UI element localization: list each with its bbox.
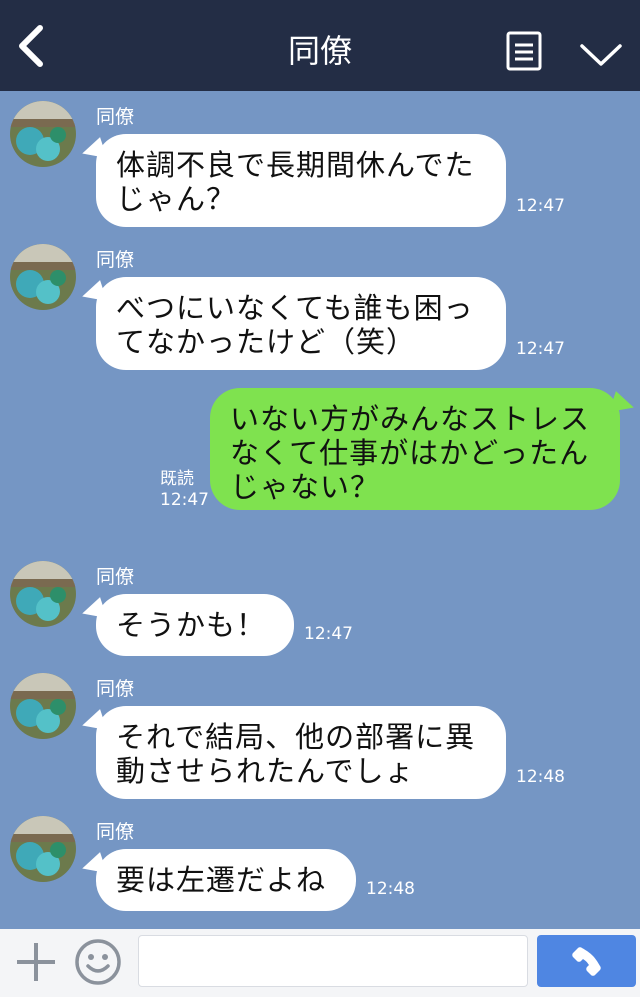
sender-name: 同僚 xyxy=(96,678,135,700)
sender-name: 同僚 xyxy=(96,566,135,588)
document-menu-icon[interactable] xyxy=(506,31,542,71)
timestamp: 12:48 xyxy=(516,767,565,787)
message-line: そうかも！ xyxy=(116,608,267,642)
message-line: それで結局、他の部署に異 xyxy=(116,720,476,754)
message-line: いない方がみんなストレス xyxy=(230,402,591,436)
timestamp: 12:47 xyxy=(516,196,565,216)
message-line: じゃない？ xyxy=(230,470,381,504)
message-line: べつにいなくても誰も困っ xyxy=(116,291,474,325)
message-line: 動させられたんでしょ xyxy=(116,754,415,788)
chat-title: 同僚 xyxy=(287,32,352,70)
call-button[interactable] xyxy=(537,935,636,987)
avatar[interactable] xyxy=(10,244,76,310)
message-line: 要は左遷だよね xyxy=(116,863,327,897)
chevron-left-icon[interactable] xyxy=(14,24,54,68)
plus-icon[interactable] xyxy=(14,940,58,984)
sender-name: 同僚 xyxy=(96,821,135,843)
message-bubble[interactable]: べつにいなくても誰も困っ てなかったけど（笑） xyxy=(96,277,506,370)
read-receipt: 既読 12:47 xyxy=(160,469,209,511)
message-bubble[interactable]: そうかも！ xyxy=(96,594,294,656)
smiley-icon[interactable] xyxy=(74,938,122,986)
sender-name: 同僚 xyxy=(96,249,135,271)
avatar[interactable] xyxy=(10,561,76,627)
message-line: じゃん？ xyxy=(116,182,237,216)
message-bubble[interactable]: 体調不良で長期間休んでた じゃん？ xyxy=(96,134,506,227)
avatar[interactable] xyxy=(10,101,76,167)
read-label: 既読 xyxy=(160,469,194,489)
sender-name: 同僚 xyxy=(96,106,135,128)
message-bubble[interactable]: それで結局、他の部署に異 動させられたんでしょ xyxy=(96,706,506,799)
timestamp: 12:47 xyxy=(516,339,565,359)
message-line: 体調不良で長期間休んでた xyxy=(116,148,475,182)
timestamp: 12:47 xyxy=(160,490,209,510)
message-line: なくて仕事がはかどったん xyxy=(230,436,590,470)
chevron-down-icon[interactable] xyxy=(578,36,624,70)
message-bubble-outgoing[interactable]: いない方がみんなストレス なくて仕事がはかどったん じゃない？ xyxy=(210,388,620,510)
message-line: てなかったけど（笑） xyxy=(116,325,417,359)
timestamp: 12:47 xyxy=(304,624,353,644)
phone-icon xyxy=(572,947,601,976)
avatar[interactable] xyxy=(10,673,76,739)
avatar[interactable] xyxy=(10,816,76,882)
timestamp: 12:48 xyxy=(366,879,415,899)
chat-header: 同僚 xyxy=(0,0,640,91)
message-bubble[interactable]: 要は左遷だよね xyxy=(96,849,356,911)
message-input[interactable] xyxy=(138,935,528,987)
message-list[interactable]: 同僚 体調不良で長期間休んでた じゃん？ 12:47 同僚 べつにいなくても誰も… xyxy=(0,91,640,929)
